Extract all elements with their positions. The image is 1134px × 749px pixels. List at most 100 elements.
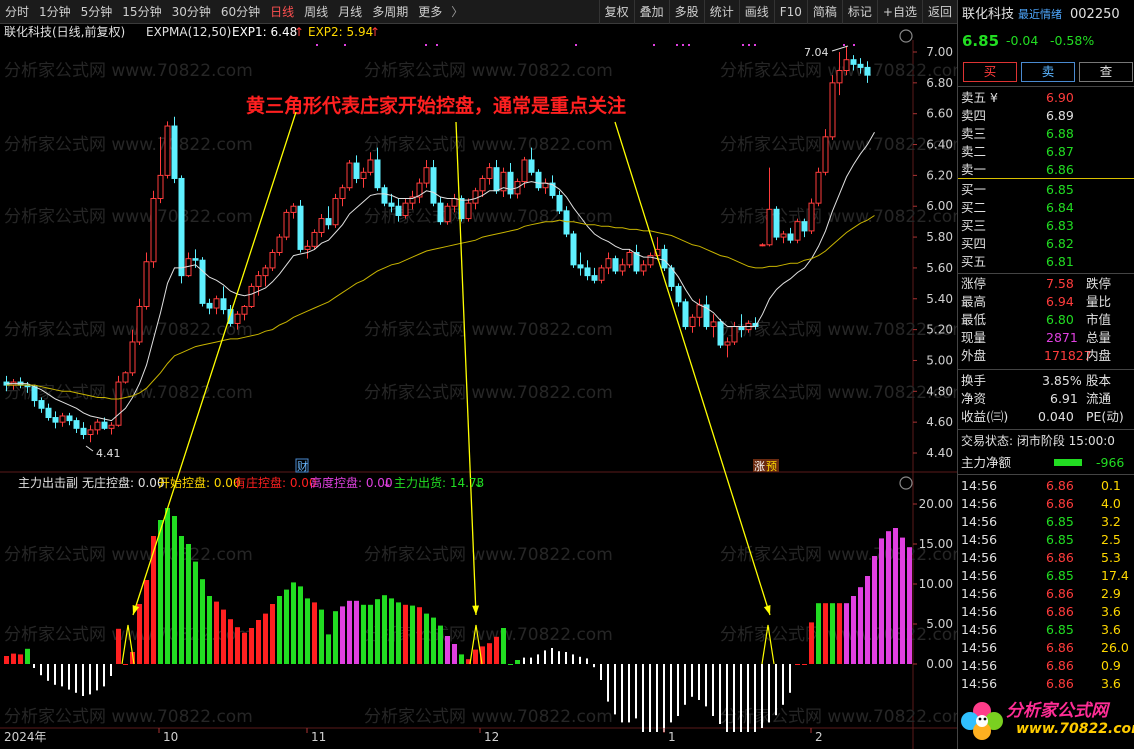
sub-bar: [312, 602, 317, 664]
sub-bar: [431, 617, 436, 664]
period-4[interactable]: 30分钟: [167, 0, 216, 24]
candle-body: [556, 194, 563, 212]
price-tick: 5.60: [926, 261, 953, 275]
candle-body: [73, 420, 80, 429]
tool-button-3[interactable]: 统计: [703, 0, 739, 24]
sub-bar: [795, 664, 800, 665]
tool-button-6[interactable]: 简稿: [806, 0, 842, 24]
sub-bar: [256, 620, 261, 664]
sub-bar: [242, 632, 247, 664]
x-axis-label: 1: [668, 730, 676, 744]
news-tag[interactable]: 最近情绪: [1018, 6, 1062, 24]
period-0[interactable]: 分时: [0, 0, 34, 24]
period-2[interactable]: 5分钟: [76, 0, 118, 24]
period-6[interactable]: 日线: [265, 0, 299, 24]
candle-body: [640, 264, 647, 272]
event-dot: [676, 44, 678, 46]
stat-row: 最高 6.94 量比: [958, 293, 1134, 311]
candle-body: [276, 236, 283, 253]
sub-bar: [340, 606, 345, 664]
stat-label: 现量: [961, 330, 987, 345]
stat2-value: 3.85%: [1042, 373, 1082, 388]
stat2-label: 换手: [961, 373, 987, 388]
sub-bar: [158, 520, 163, 664]
sub-bar: [900, 537, 905, 664]
tick-price: 6.86: [1046, 586, 1074, 601]
period-8[interactable]: 月线: [333, 0, 367, 24]
period-10[interactable]: 更多: [413, 0, 447, 24]
tool-button-8[interactable]: +自选: [876, 0, 922, 24]
period-7[interactable]: 周线: [299, 0, 333, 24]
candle-body: [430, 167, 437, 204]
event-dot: [742, 44, 744, 46]
candle-body: [318, 218, 325, 233]
stat2-label: 净资: [961, 391, 987, 406]
stock-name-label: 联化科技(日线,前复权): [4, 24, 125, 39]
down-arrow-icon: ↓: [473, 476, 483, 490]
watermark-text: 分析家公式网 www.70822.com: [4, 61, 253, 81]
candle-body: [94, 421, 101, 431]
more-chevron-icon[interactable]: 〉: [447, 0, 467, 24]
tool-button-1[interactable]: 叠加: [633, 0, 669, 24]
candle-body: [535, 171, 542, 189]
sub-bar: [445, 636, 450, 664]
tool-button-0[interactable]: 复权: [598, 0, 634, 24]
candle-body: [381, 187, 388, 204]
period-9[interactable]: 多周期: [367, 0, 413, 24]
period-5[interactable]: 60分钟: [216, 0, 265, 24]
watermark-text: 分析家公式网 www.70822.com: [364, 61, 613, 81]
tool-button-9[interactable]: 返回: [921, 0, 957, 24]
bid-label: 买三: [961, 218, 987, 233]
bid-price: 6.85: [1046, 182, 1074, 197]
event-dot: [748, 44, 750, 46]
tool-button-4[interactable]: 画线: [738, 0, 774, 24]
tick-row: 14:56 6.85 3.2: [958, 513, 1134, 531]
price-tick: 4.60: [926, 415, 953, 429]
price-tick: 5.40: [926, 292, 953, 306]
panel-close-icon[interactable]: [899, 476, 913, 490]
tool-button-7[interactable]: 标记: [841, 0, 877, 24]
tick-price: 6.86: [1046, 604, 1074, 619]
tool-button-5[interactable]: F10: [773, 0, 807, 24]
x-axis-label: 2: [815, 730, 823, 744]
period-1[interactable]: 1分钟: [34, 0, 76, 24]
sell-button[interactable]: 卖: [1021, 62, 1075, 82]
tick-row: 14:56 6.86 26.0: [958, 639, 1134, 657]
sub-bar: [186, 544, 191, 664]
sub-bar: [858, 587, 863, 664]
tool-button-2[interactable]: 多股: [668, 0, 704, 24]
sub-bar: [361, 604, 366, 664]
sub-bar: [172, 516, 177, 664]
panel-close-icon[interactable]: [899, 29, 913, 43]
candle-body: [108, 424, 115, 429]
sub-bar: [193, 561, 198, 664]
stat-row: 现量 2871 总量: [958, 329, 1134, 347]
kline-chart[interactable]: 分析家公式网 www.70822.com 分析家公式网 www.70822.com…: [0, 24, 957, 749]
stat2-label-right: PE(动): [1086, 409, 1124, 424]
last-price: 6.85: [962, 32, 1000, 50]
period-3[interactable]: 15分钟: [117, 0, 166, 24]
candle-body: [451, 198, 458, 207]
candle-body: [171, 125, 178, 179]
sub-bar: [907, 547, 912, 664]
candle-body: [206, 302, 213, 309]
sub-tick: 0.00: [926, 657, 953, 671]
watermark-text: 分析家公式网 www.70822.com: [364, 135, 613, 155]
net-flow-bar: [1054, 459, 1082, 466]
candle-body: [164, 125, 171, 176]
bid-row: 买四 6.82: [958, 235, 1134, 253]
price-tick: 6.60: [926, 107, 953, 121]
buy-button[interactable]: 买: [963, 62, 1017, 82]
query-button[interactable]: 查: [1079, 62, 1133, 82]
event-dot: [688, 44, 690, 46]
tick-price: 6.85: [1046, 532, 1074, 547]
candle-body: [129, 341, 136, 374]
tick-volume: 3.6: [1101, 622, 1121, 637]
ask-price: 6.90: [1046, 90, 1074, 105]
watermark-text: 分析家公式网 www.70822.com: [364, 383, 613, 403]
candle-body: [178, 177, 185, 277]
candle-body: [283, 211, 290, 238]
net-flow-value: -966: [1096, 455, 1125, 470]
x-axis-label: 2024年: [4, 730, 47, 744]
tick-row: 14:56 6.86 4.0: [958, 495, 1134, 513]
